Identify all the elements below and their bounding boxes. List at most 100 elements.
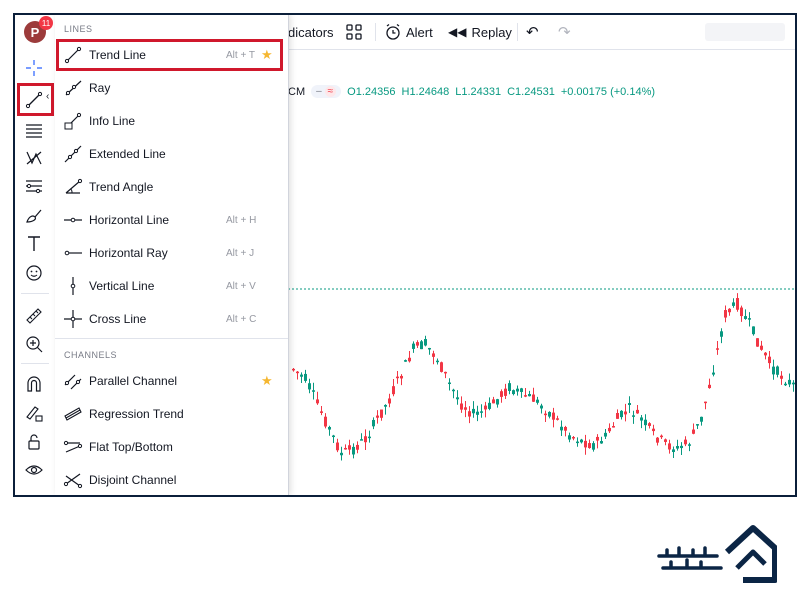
menu-item-parallel-channel[interactable]: Parallel Channel ★	[55, 365, 288, 397]
candle-body	[360, 439, 363, 441]
redo-button[interactable]: ↷	[558, 15, 571, 49]
horizontal-line-icon	[63, 210, 83, 230]
trend-angle-icon	[63, 177, 83, 197]
candle-body	[356, 444, 359, 450]
menu-item-trend-angle[interactable]: Trend Angle	[55, 171, 288, 203]
pattern-tool[interactable]	[21, 145, 47, 171]
candle-body	[296, 371, 299, 374]
alert-button[interactable]: Alert	[384, 15, 433, 49]
menu-item-cross-line[interactable]: Cross Line Alt + C	[55, 303, 288, 335]
candle-body	[764, 352, 767, 356]
menu-item-regression-trend[interactable]: Regression Trend	[55, 398, 288, 430]
zoom-in-tool[interactable]	[21, 331, 47, 357]
magnet-tool[interactable]	[21, 371, 47, 397]
candle-body	[560, 426, 563, 431]
undo-button[interactable]: ↶	[526, 15, 539, 49]
candle-body	[392, 386, 395, 395]
candle-body	[708, 384, 711, 389]
unlock-icon	[28, 434, 40, 450]
extended-line-icon	[63, 144, 83, 164]
candle-body	[624, 411, 627, 415]
unlock-tool[interactable]	[21, 429, 47, 455]
candle-body	[652, 428, 655, 432]
candle-body	[424, 339, 427, 346]
candle-body	[748, 318, 751, 320]
indicators-button[interactable]: dicators	[288, 15, 334, 49]
chart-pane[interactable]: CM – ≈ O1.24356 H1.24648 L1.24331 C1.245…	[288, 49, 795, 495]
eye-tool[interactable]	[21, 457, 47, 483]
indicators-label: dicators	[288, 24, 334, 40]
candle-body	[388, 398, 391, 404]
parallel-channel-icon	[63, 371, 83, 391]
ruler-icon	[26, 308, 42, 324]
candle-body	[324, 416, 327, 427]
replay-label: Replay	[471, 24, 512, 40]
candle-body	[576, 441, 579, 444]
emoji-tool[interactable]	[21, 260, 47, 286]
candle-body	[340, 452, 343, 456]
info-line-icon	[63, 111, 83, 131]
candle-body	[552, 412, 555, 420]
candle-body	[780, 375, 783, 379]
brush-tool[interactable]	[21, 203, 47, 229]
candle-body	[744, 316, 747, 319]
candle-body	[580, 439, 583, 443]
candle-body	[564, 426, 567, 431]
candle-body	[508, 383, 511, 391]
menu-item-horizontal-ray[interactable]: Horizontal Ray Alt + J	[55, 237, 288, 269]
menu-item-disjoint-channel[interactable]: Disjoint Channel	[55, 464, 288, 495]
candle-body	[500, 391, 503, 397]
candle-body	[460, 403, 463, 410]
blurred-region	[705, 23, 785, 41]
horizontal-lines-tool[interactable]	[21, 117, 47, 143]
menu-item-shortcut: Alt + H	[226, 214, 257, 226]
flat-top-bottom-icon	[63, 437, 83, 457]
candle-body	[524, 395, 527, 397]
favorite-star-icon[interactable]: ★	[261, 373, 273, 389]
candle-body	[368, 436, 371, 439]
menu-item-label: Flat Top/Bottom	[89, 440, 173, 454]
candle-body	[488, 402, 491, 409]
candle-body	[672, 449, 675, 453]
menu-item-vertical-line[interactable]: Vertical Line Alt + V	[55, 270, 288, 302]
toolbar-divider	[21, 293, 49, 294]
replay-button[interactable]: ◀◀ Replay	[448, 15, 512, 49]
menu-item-flat-top-bottom[interactable]: Flat Top/Bottom	[55, 431, 288, 463]
text-tool[interactable]	[21, 231, 47, 257]
candle-body	[656, 437, 659, 443]
crosshair-tool[interactable]	[21, 55, 47, 81]
candle-body	[676, 446, 679, 449]
candle-body	[540, 405, 543, 409]
candle-body	[516, 388, 519, 392]
menu-item-label: Info Line	[89, 114, 136, 128]
menu-item-info-line[interactable]: Info Line	[55, 105, 288, 137]
candle-body	[680, 445, 683, 449]
menu-divider	[55, 338, 288, 339]
menu-item-extended-line[interactable]: Extended Line	[55, 138, 288, 170]
candle-body	[404, 360, 407, 362]
candle-body	[692, 429, 695, 434]
ruler-tool[interactable]	[21, 303, 47, 329]
undo-icon: ↶	[526, 24, 539, 41]
candle-body	[788, 379, 791, 385]
highlight-frame-tool	[17, 83, 54, 116]
candle-body	[568, 435, 571, 440]
candle-body	[348, 445, 351, 450]
menu-item-horizontal-line[interactable]: Horizontal Line Alt + H	[55, 204, 288, 236]
line-tools-menu: LINES Trend Line Alt + T ★ Ray Info Line…	[55, 15, 289, 495]
lock-drawing-tool[interactable]	[21, 400, 47, 426]
rewind-icon: ◀◀	[448, 25, 467, 39]
lock-drawing-icon	[26, 406, 43, 422]
candle-body	[760, 345, 763, 350]
candle-body	[532, 394, 535, 402]
menu-item-label: Trend Angle	[89, 180, 154, 194]
candle-body	[644, 419, 647, 426]
candle-body	[728, 308, 731, 313]
candle-body	[736, 298, 739, 310]
candle-body	[632, 415, 635, 417]
templates-button[interactable]	[346, 15, 362, 49]
candle-body	[476, 411, 479, 415]
fib-tool[interactable]	[21, 173, 47, 199]
candle-body	[600, 441, 603, 444]
menu-item-ray[interactable]: Ray	[55, 72, 288, 104]
